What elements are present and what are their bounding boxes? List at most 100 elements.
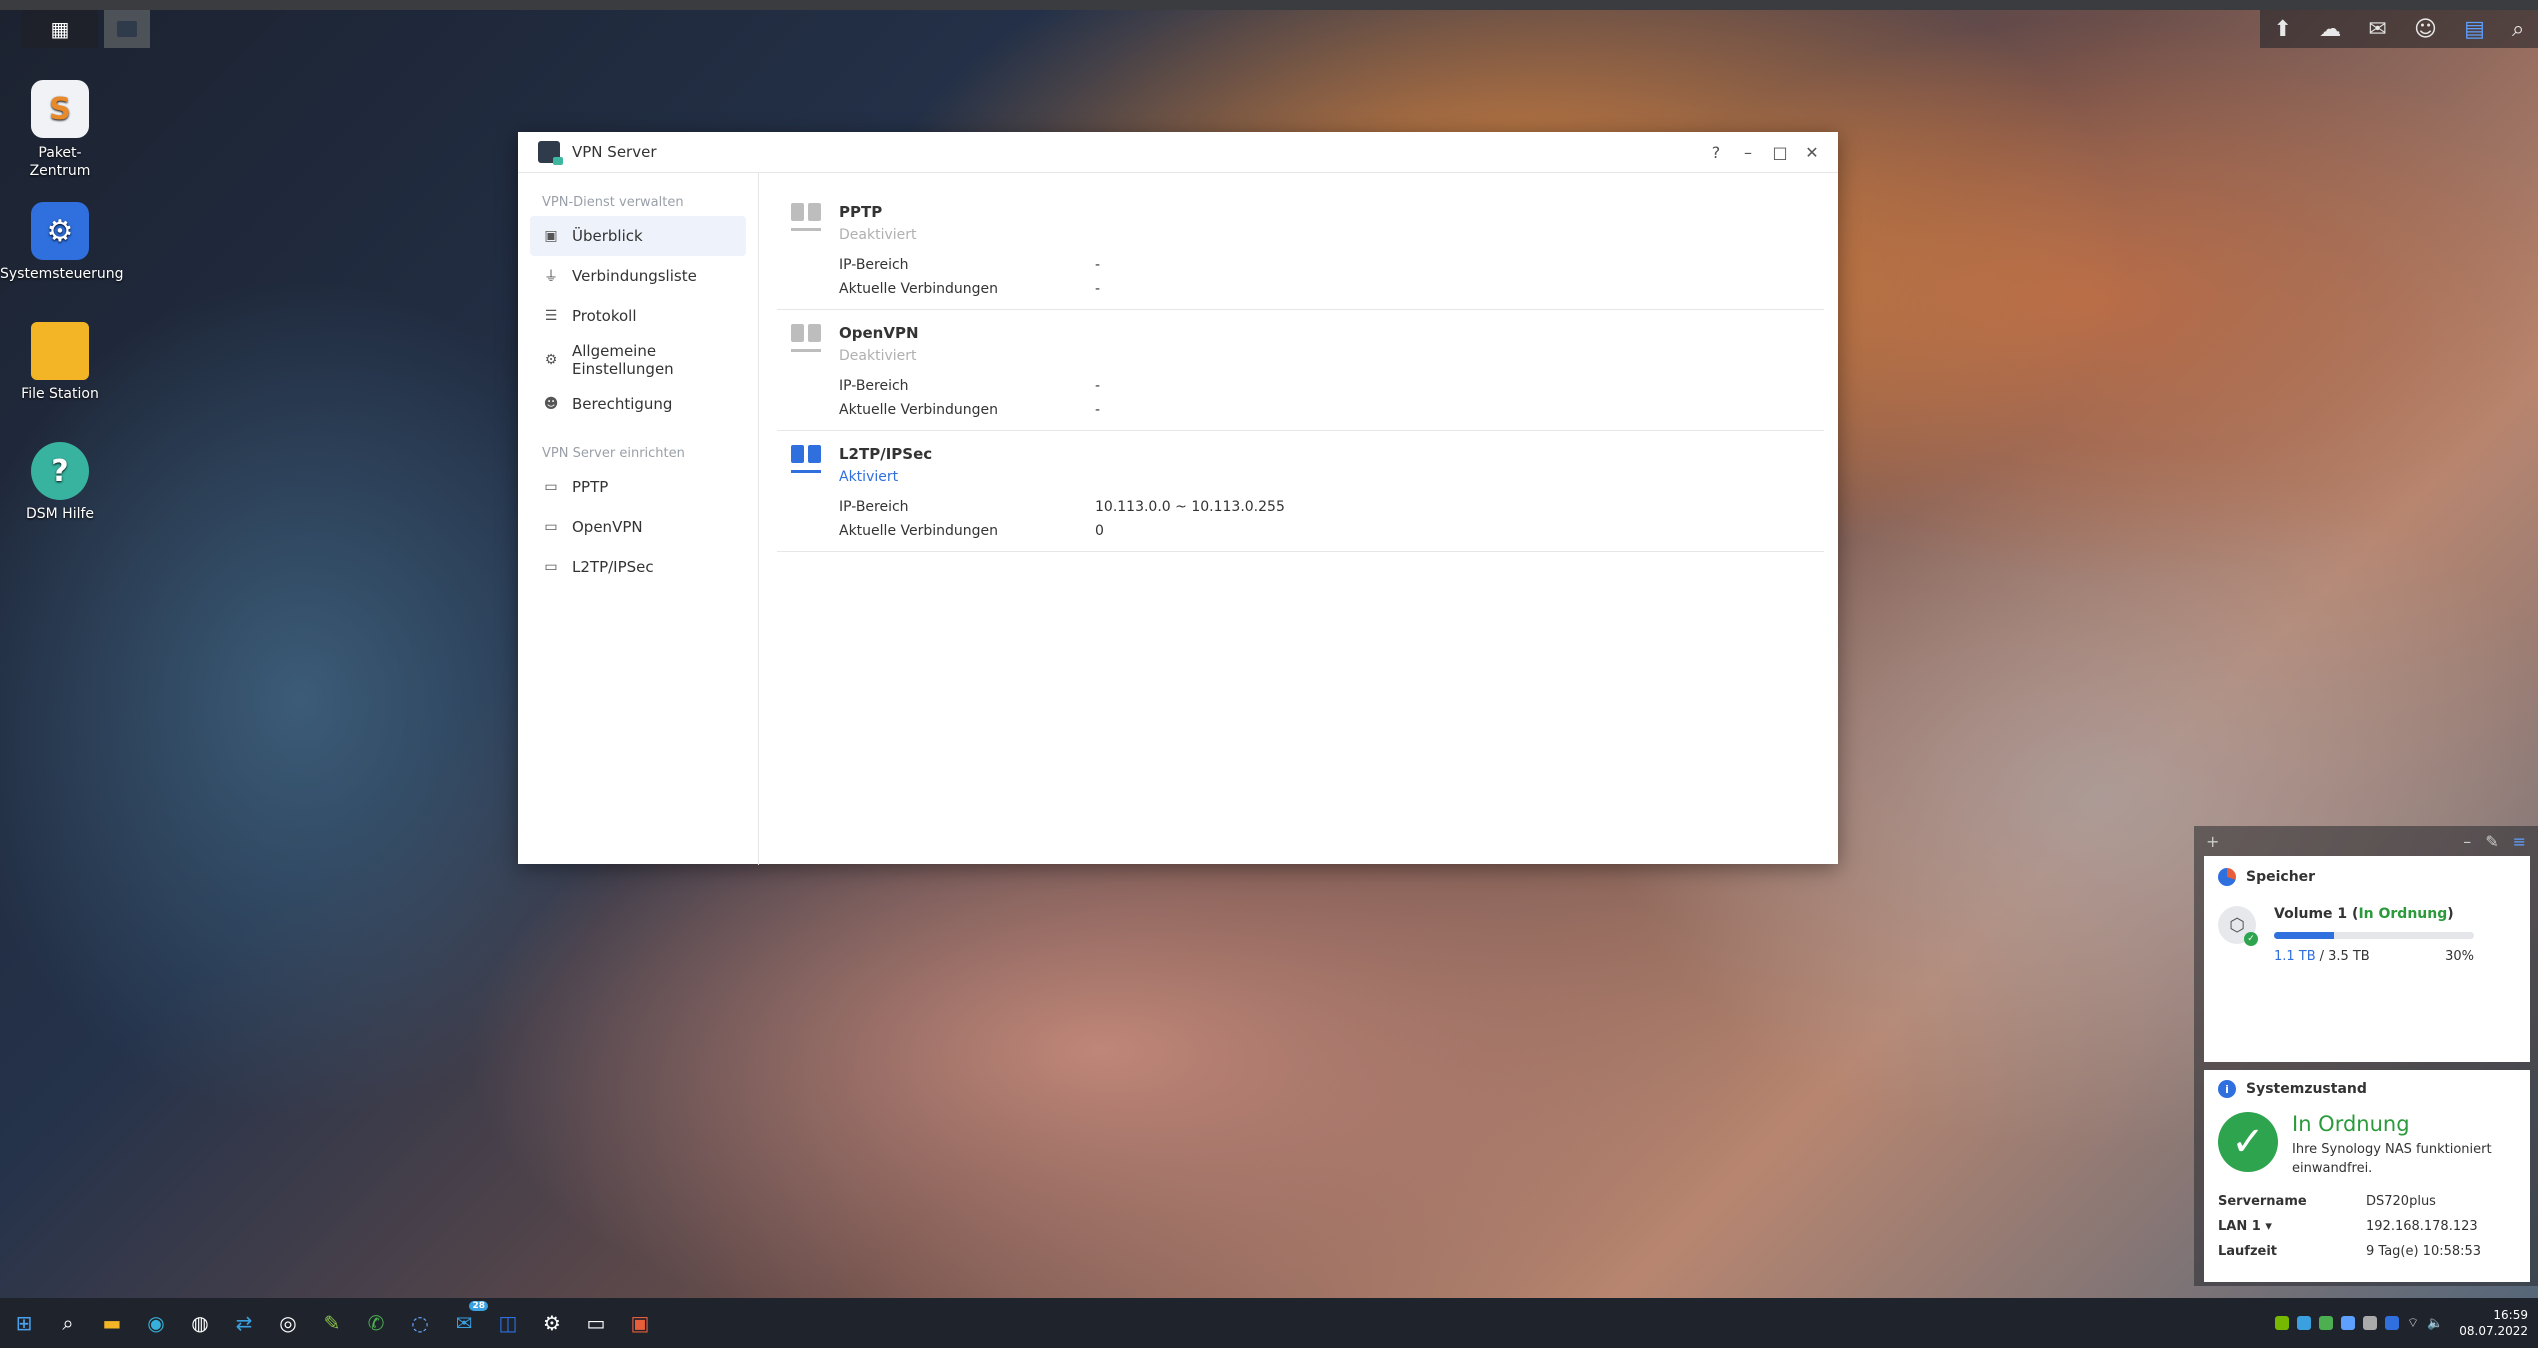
maximize-button[interactable]: □: [1770, 143, 1790, 162]
minimize-button[interactable]: –: [1738, 143, 1758, 162]
vpn-server-window: VPN Server ? – □ ✕ VPN-Dienst verwalten …: [518, 132, 1838, 865]
window-title: VPN Server: [572, 143, 657, 161]
sidebar-item-general-settings[interactable]: ⚙ Allgemeine Einstellungen: [530, 336, 746, 384]
taskbar-vpn-server-button[interactable]: [104, 10, 150, 48]
sidebar-item-permission[interactable]: ☻ Berechtigung: [530, 384, 746, 424]
search-icon[interactable]: ⌕: [2512, 17, 2524, 42]
app-icon[interactable]: ▣: [626, 1309, 654, 1337]
widgets-icon[interactable]: ▤: [2464, 17, 2485, 42]
main-menu-button[interactable]: ▦: [22, 10, 98, 48]
ip-range-value: -: [1095, 378, 1101, 394]
package-center-icon: S: [31, 80, 89, 138]
help-icon: ?: [31, 442, 89, 500]
sidebar-item-openvpn[interactable]: ▭ OpenVPN: [530, 507, 746, 547]
connections-label: Aktuelle Verbindungen: [839, 402, 999, 418]
close-button[interactable]: ✕: [1802, 143, 1822, 162]
desktop-icon-label: File Station: [21, 386, 99, 402]
minimize-widgets-icon[interactable]: –: [2463, 832, 2471, 851]
sidebar-item-overview[interactable]: ▣ Überblick: [530, 216, 746, 256]
help-button[interactable]: ?: [1706, 143, 1726, 162]
ip-range-value: -: [1095, 257, 1101, 273]
volume-icon: ⬡ ✓: [2218, 906, 2258, 946]
sidebar-item-l2tp[interactable]: ▭ L2TP/IPSec: [530, 547, 746, 587]
remote-desktop-icon[interactable]: ▭: [582, 1309, 610, 1337]
clock[interactable]: 16:59 08.07.2022: [2459, 1307, 2528, 1339]
outlook-icon[interactable]: ◫: [494, 1309, 522, 1337]
edge-icon[interactable]: ◉: [142, 1309, 170, 1337]
sidebar-item-label: OpenVPN: [572, 518, 643, 536]
service-status: Aktiviert: [839, 469, 899, 485]
search-icon[interactable]: ⌕: [54, 1309, 82, 1337]
wifi-icon[interactable]: ⌔: [2407, 1315, 2419, 1331]
clock-date: 08.07.2022: [2459, 1324, 2528, 1338]
desktop-icon-package-center[interactable]: S Paket-Zentrum: [0, 80, 120, 180]
add-widget-icon[interactable]: +: [2206, 832, 2219, 851]
tray-icon[interactable]: [2318, 1316, 2333, 1330]
service-pptp: PPTP Deaktiviert IP-Bereich - Aktuelle Ve…: [777, 189, 1824, 310]
dsm-tray: ⬆ ☁ ✉ ☺ ▤ ⌕: [2260, 10, 2538, 48]
dsm-topbar: [0, 0, 2538, 10]
tray-icon[interactable]: [2384, 1316, 2399, 1330]
server-icon: ▭: [544, 519, 558, 535]
desktop-icon-file-station[interactable]: File Station: [0, 322, 120, 402]
file-explorer-icon[interactable]: ▬: [98, 1309, 126, 1337]
health-description: Ihre Synology NAS funktioniert einwandfr…: [2292, 1142, 2492, 1176]
mail-icon[interactable]: ✉ 28: [450, 1301, 488, 1337]
widget-panel: + – ✎ ≡ Speicher ⬡ ✓ Volume 1 (In Ordnung…: [2194, 826, 2538, 1286]
notification-icon[interactable]: ✉: [2368, 17, 2386, 42]
tray-icon[interactable]: [2362, 1316, 2377, 1330]
tray-icon[interactable]: [2274, 1316, 2289, 1330]
sidebar-item-log[interactable]: ☰ Protokoll: [530, 296, 746, 336]
settings-icon[interactable]: ⚙: [538, 1309, 566, 1337]
app-icon[interactable]: ◎: [274, 1309, 302, 1337]
steam-icon[interactable]: ◍: [186, 1309, 214, 1337]
uptime-label: Laufzeit: [2218, 1244, 2278, 1259]
ip-range-label: IP-Bereich: [839, 257, 909, 273]
desktop-icon-control-panel[interactable]: ⚙ Systemsteuerung: [0, 202, 124, 282]
sidebar: VPN-Dienst verwalten ▣ Überblick ⏚ Verbi…: [518, 173, 759, 865]
volume-used: 1.1 TB: [2274, 949, 2316, 964]
teamviewer-icon[interactable]: ⇄: [230, 1309, 258, 1337]
pin-icon[interactable]: ✎: [2485, 832, 2498, 851]
desktop-icon-label: Systemsteuerung: [0, 266, 124, 282]
app-icon[interactable]: ✎: [318, 1309, 346, 1337]
window-titlebar[interactable]: VPN Server ? – □ ✕: [518, 132, 1838, 173]
sidebar-section-manage: VPN-Dienst verwalten: [542, 195, 684, 210]
desktop-icon-dsm-help[interactable]: ? DSM Hilfe: [0, 442, 120, 522]
lan-label[interactable]: LAN 1 ▾: [2218, 1219, 2366, 1234]
service-name: OpenVPN: [839, 324, 919, 342]
info-icon: i: [2218, 1080, 2236, 1098]
grid-icon: ▦: [50, 17, 70, 41]
server-icon: ▭: [544, 479, 558, 495]
sidebar-item-label: PPTP: [572, 478, 609, 496]
check-icon: ✓: [2218, 1112, 2278, 1172]
volume-usage-bar: [2274, 932, 2474, 939]
list-icon: ☰: [544, 308, 558, 324]
windows-start-icon[interactable]: ⊞: [10, 1309, 38, 1337]
ip-range-label: IP-Bereich: [839, 499, 909, 515]
storage-widget-title: Speicher: [2246, 869, 2316, 885]
sidebar-item-pptp[interactable]: ▭ PPTP: [530, 467, 746, 507]
servername-value: DS720plus: [2366, 1194, 2436, 1209]
upload-icon[interactable]: ⬆: [2274, 17, 2292, 42]
overview-content: PPTP Deaktiviert IP-Bereich - Aktuelle Ve…: [759, 173, 1838, 865]
service-openvpn: OpenVPN Deaktiviert IP-Bereich - Aktuelle…: [777, 310, 1824, 431]
tray-icon[interactable]: [2296, 1316, 2311, 1330]
service-name: L2TP/IPSec: [839, 445, 933, 463]
speaker-icon[interactable]: 🔈: [2427, 1316, 2443, 1331]
server-icon: ▭: [544, 559, 558, 575]
sidebar-item-connection-list[interactable]: ⏚ Verbindungsliste: [530, 256, 746, 296]
cloud-icon[interactable]: ☁: [2319, 17, 2341, 42]
user-icon[interactable]: ☺: [2414, 17, 2437, 42]
system-health-widget: i Systemzustand ✓ In Ordnung Ihre Synolo…: [2204, 1070, 2530, 1282]
health-status: In Ordnung: [2292, 1112, 2410, 1136]
whatsapp-icon[interactable]: ✆: [362, 1309, 390, 1337]
volume-title: Volume 1 (In Ordnung): [2274, 906, 2454, 922]
uptime-value: 9 Tag(e) 10:58:53: [2366, 1244, 2482, 1259]
sidebar-item-label: Verbindungsliste: [572, 267, 697, 285]
widget-settings-icon[interactable]: ≡: [2513, 832, 2526, 851]
chat-icon[interactable]: ◌: [406, 1309, 434, 1337]
storage-widget: Speicher ⬡ ✓ Volume 1 (In Ordnung) 1.1 TB…: [2204, 856, 2530, 1062]
gear-icon: ⚙: [544, 352, 558, 368]
tray-icon[interactable]: [2340, 1316, 2355, 1330]
